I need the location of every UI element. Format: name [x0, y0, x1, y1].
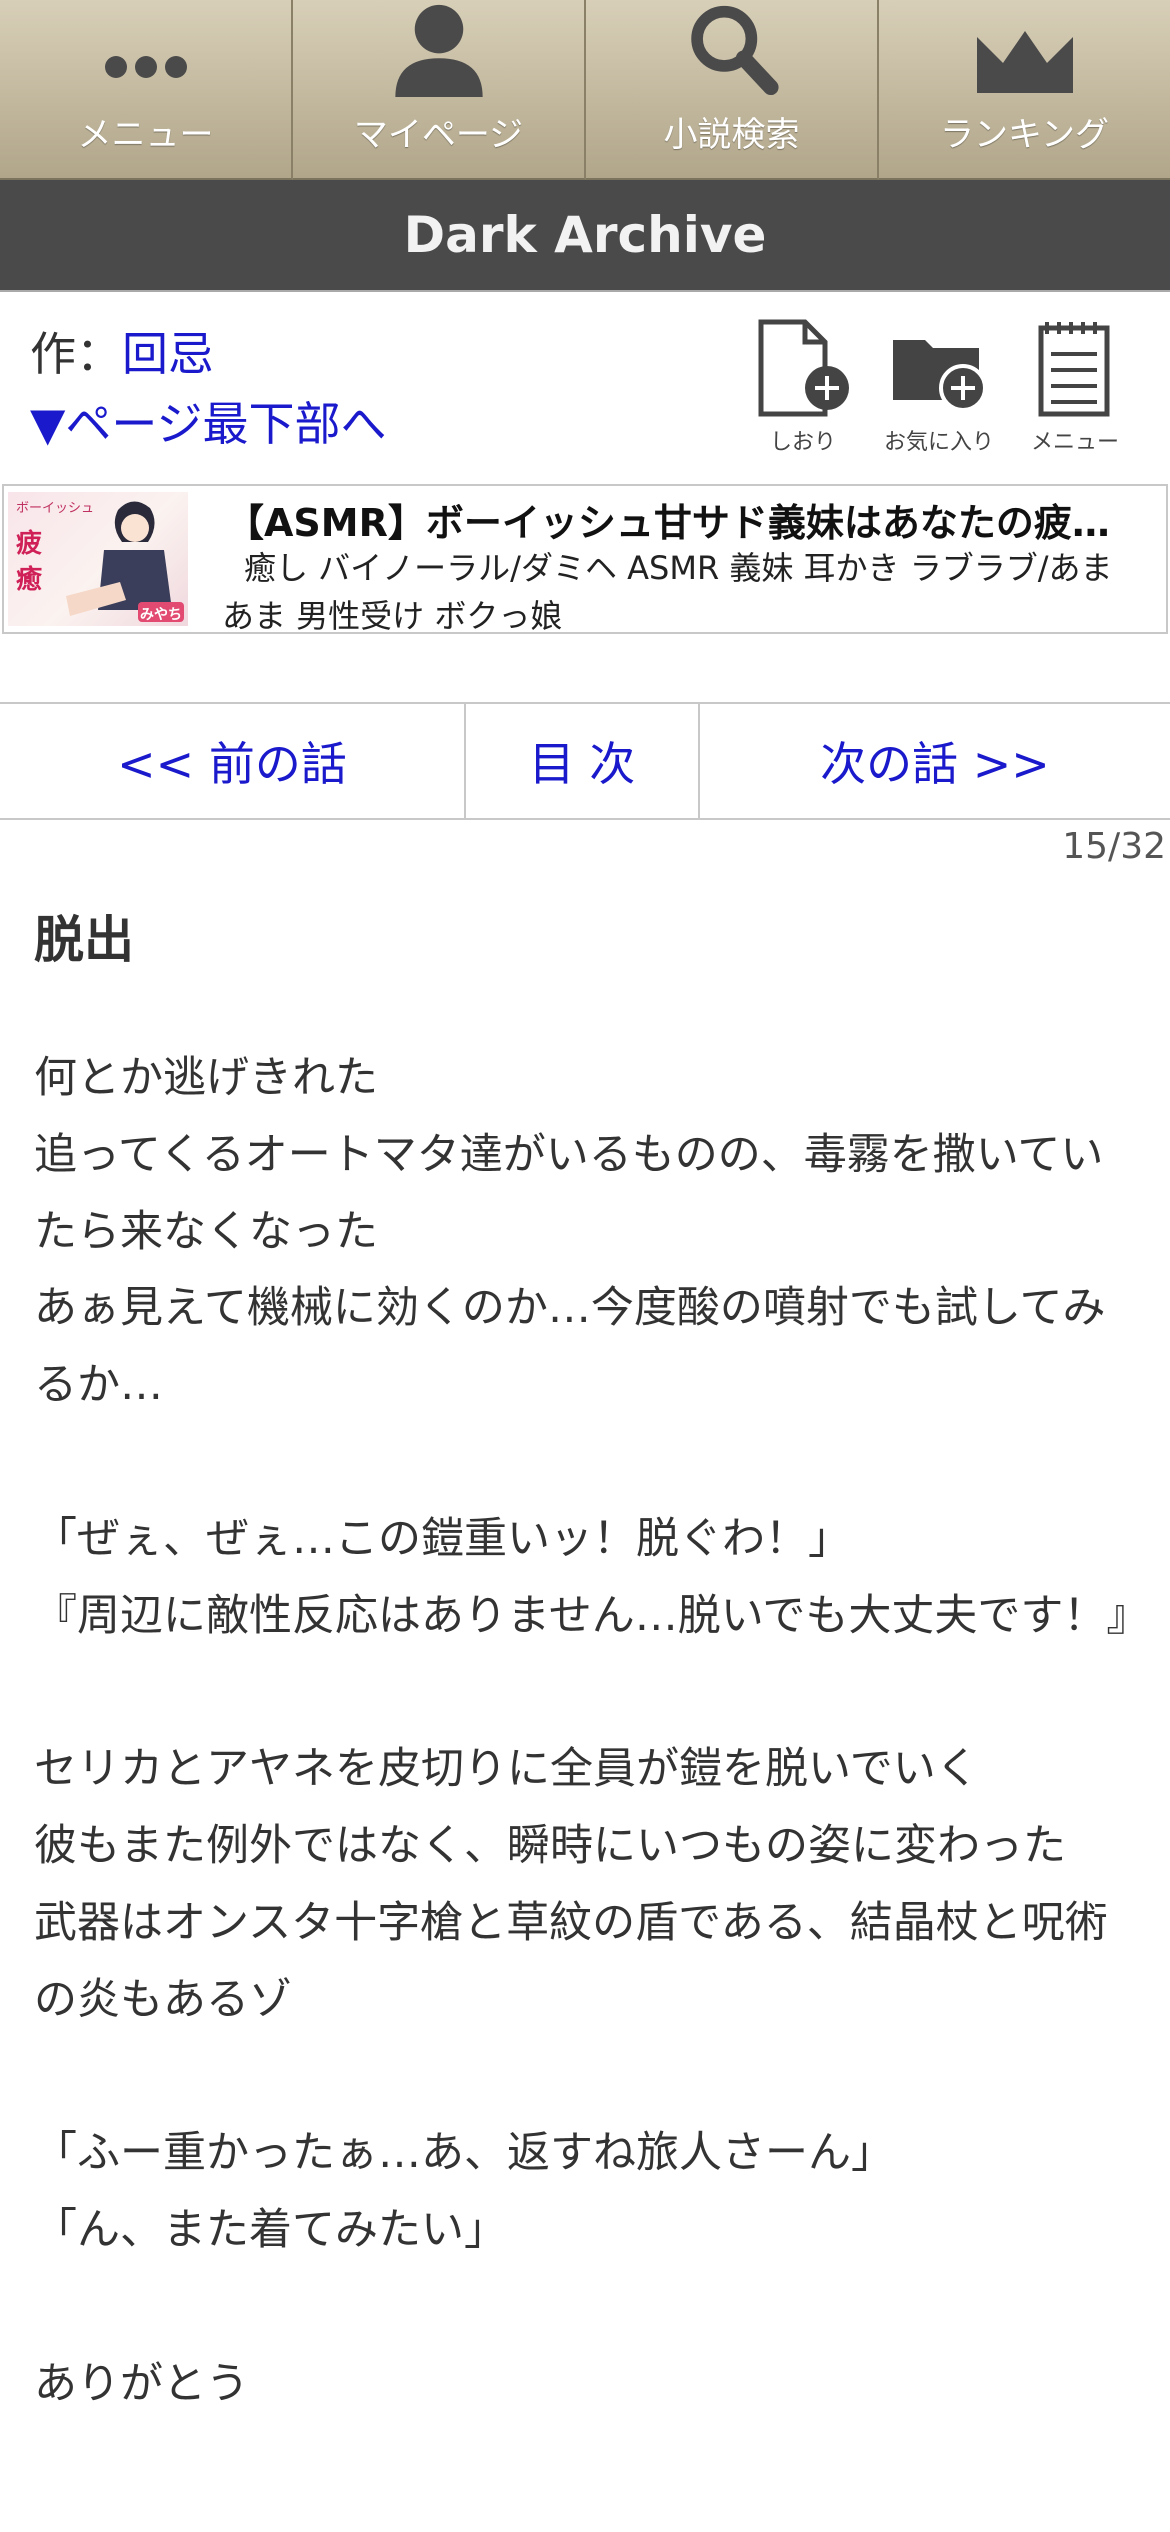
ad-banner[interactable]: ボーイッシュ 疲 癒 みやち 【ASMR】ボーイッシュ甘サド義妹はあなたの疲れた… — [2, 484, 1168, 635]
body-line: 『周辺に敵性反応はありません…脱いでも大丈夫です！』 — [34, 1590, 1150, 1641]
favorite-label: お気に入り — [884, 430, 995, 455]
body-line — [34, 1424, 1144, 1501]
svg-text:疲: 疲 — [16, 528, 42, 559]
body-line: 武器はオンスタ十字槍と草紋の盾である、結晶杖と呪術の炎もあるゾ — [34, 1897, 1108, 2025]
nav-mypage-label: マイページ — [353, 115, 524, 155]
folder-add-icon — [893, 340, 987, 412]
notepad-icon — [1038, 322, 1110, 417]
body-line: セリカとアヤネを皮切りに全員が鎧を脱いでいく — [34, 1744, 979, 1795]
nav-menu-button[interactable]: メニュー — [0, 0, 293, 180]
ad-thumb-caption: みやち — [140, 607, 182, 623]
chapter-title: 脱出 — [34, 911, 134, 969]
menu-label: メニュー — [1030, 430, 1119, 455]
body-line: 彼もまた例外ではなく、瞬時にいつもの姿に変わった — [34, 1820, 1066, 1871]
crown-icon — [976, 31, 1073, 93]
body-line: 何とか逃げきれた — [34, 1053, 378, 1103]
chapter-nav: << 前の話 目 次 次の話 >> — [0, 702, 1170, 820]
body-line — [34, 2038, 1144, 2115]
svg-text:ボーイッシュ: ボーイッシュ — [16, 501, 94, 516]
body-line — [34, 2269, 1144, 2346]
body-line: 「ぜぇ、ぜぇ…この鎧重いッ！脱ぐわ！」 — [34, 1513, 851, 1564]
favorite-button[interactable]: お気に入り — [884, 318, 994, 456]
nav-search-button[interactable]: 小説検索 — [586, 0, 879, 180]
search-icon — [690, 5, 779, 96]
body-line: 追ってくるオートマタ達がいるものの、毒霧を撒いていたら来なくなった — [34, 1129, 1104, 1257]
bookmark-add-icon — [758, 319, 849, 417]
ad-thumbnail[interactable]: ボーイッシュ 疲 癒 みやち — [8, 492, 188, 626]
body-line: ありがとう — [34, 2358, 249, 2409]
menu-button[interactable]: メニュー — [1020, 318, 1130, 456]
nav-menu-label: メニュー — [77, 115, 214, 155]
body-line: 「ん、また着てみたい」 — [34, 2204, 507, 2255]
author-line: 作：回忌 — [30, 318, 214, 384]
nav-search-label: 小説検索 — [663, 115, 800, 155]
body-line — [34, 1654, 1144, 1731]
author-prefix: 作： — [30, 327, 122, 381]
user-icon — [394, 4, 483, 97]
ad-title[interactable]: 【ASMR】ボーイッシュ甘サド義妹はあなたの疲れた心を癒したい — [226, 492, 1136, 547]
nav-ranking-button[interactable]: ランキング — [879, 0, 1170, 180]
jump-bottom-link[interactable]: ▼ページ最下部へ — [30, 397, 386, 451]
top-nav: メニュー マイページ 小説検索 ランキング — [0, 0, 1170, 180]
jump-bottom: ▼ページ最下部へ — [30, 388, 386, 454]
prev-chapter-link[interactable]: << 前の話 — [0, 704, 466, 818]
page-count: 15/32 — [1062, 826, 1166, 867]
nav-ranking-label: ランキング — [940, 115, 1109, 155]
body-line: あぁ見えて機械に効くのか…今度酸の噴射でも試してみるか… — [34, 1283, 1106, 1411]
bookmark-button[interactable]: しおり — [748, 318, 858, 456]
author-link[interactable]: 回忌 — [122, 327, 214, 381]
chapter-body: 何とか逃げきれた 追ってくるオートマタ達がいるものの、毒霧を撒いていたら来なくな… — [34, 1040, 1150, 2422]
site-title[interactable]: Dark Archive — [404, 206, 767, 264]
tool-bar: しおり お気に入り メニュー — [748, 318, 1130, 456]
dots-icon — [104, 56, 187, 78]
nav-mypage-button[interactable]: マイページ — [293, 0, 586, 180]
body-line: 「ふー重かったぁ…あ、返すね旅人さーん」 — [34, 2128, 894, 2179]
toc-link[interactable]: 目 次 — [466, 704, 700, 818]
bookmark-label: しおり — [769, 430, 836, 455]
svg-text:癒: 癒 — [16, 564, 42, 595]
next-chapter-link[interactable]: 次の話 >> — [700, 704, 1170, 818]
ad-tags: 癒し バイノーラル/ダミヘ ASMR 義妹 耳かき ラブラブ/あまあま 男性受け… — [222, 549, 1113, 635]
site-title-bar[interactable]: Dark Archive — [0, 180, 1170, 292]
